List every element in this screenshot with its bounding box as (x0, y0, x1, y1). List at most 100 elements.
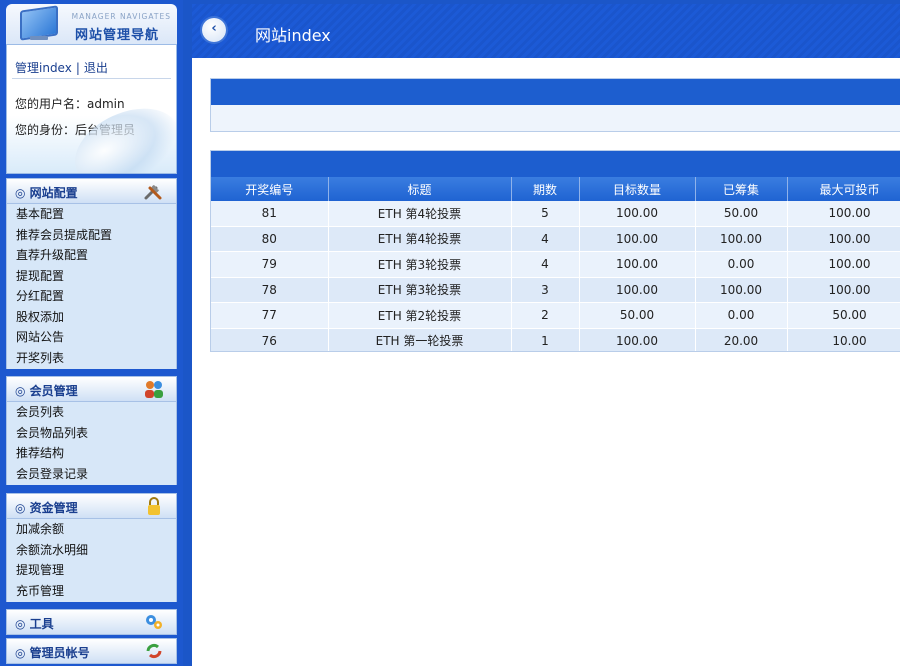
cell-raised: 100.00 (695, 277, 788, 303)
cell-period: 2 (511, 302, 580, 329)
link-separator: | (75, 61, 80, 75)
refresh-icon (142, 641, 166, 661)
top-bar: ‹ 网站index (192, 4, 900, 58)
menu-header-finance[interactable]: ◎ 资金管理 (6, 493, 177, 519)
table-row: 76 ETH 第一轮投票 1 100.00 20.00 10.00 (211, 328, 900, 351)
menu-item-withdraw-manage[interactable]: 提现管理 (7, 560, 176, 581)
cell-title: ETH 第3轮投票 (328, 251, 512, 278)
gears-icon (142, 612, 166, 632)
menu-item-site-notice[interactable]: 网站公告 (7, 327, 176, 348)
cell-period: 4 (511, 226, 580, 252)
user-panel: 管理index | 退出 您的用户名：admin 您的身份：后台管理员 (6, 44, 177, 174)
sidebar: MANAGER NAVIGATES 网站管理导航 管理index | 退出 您的用户… (0, 0, 183, 666)
cell-target: 100.00 (579, 201, 696, 227)
info-panel-header (211, 79, 900, 105)
column-header-period: 期数 (511, 177, 580, 201)
cell-title: ETH 第3轮投票 (328, 277, 512, 303)
logo-title: 网站管理导航 (74, 28, 159, 43)
cell-title: ETH 第4轮投票 (328, 201, 512, 227)
cell-period: 5 (511, 201, 580, 227)
cell-max-coins: 100.00 (787, 226, 900, 252)
cell-max-coins: 100.00 (787, 201, 900, 227)
menu-item-member-goods[interactable]: 会员物品列表 (7, 423, 176, 444)
menu-item-login-records[interactable]: 会员登录记录 (7, 464, 176, 485)
users-icon (142, 379, 166, 399)
menu-item-dividend-config[interactable]: 分红配置 (7, 286, 176, 307)
lock-icon (142, 496, 166, 516)
username-info: 您的用户名：admin (15, 97, 125, 111)
logo: MANAGER NAVIGATES 网站管理导航 (6, 4, 177, 44)
table-row: 81 ETH 第4轮投票 5 100.00 50.00 100.00 (211, 201, 900, 227)
menu-item-member-list[interactable]: 会员列表 (7, 402, 176, 423)
main-content: 开奖编号 标题 期数 目标数量 已筹集 最大可投币 81 ETH 第4轮投票 5… (192, 58, 900, 666)
menu-item-deposit-manage[interactable]: 充币管理 (7, 581, 176, 602)
table-header-row: 开奖编号 标题 期数 目标数量 已筹集 最大可投币 (211, 177, 900, 201)
cell-title: ETH 第2轮投票 (328, 302, 512, 329)
menu-item-balance-flow[interactable]: 余额流水明细 (7, 540, 176, 561)
cell-max-coins: 100.00 (787, 277, 900, 303)
logo-subtitle: MANAGER NAVIGATES (71, 12, 171, 21)
cell-raised: 50.00 (695, 201, 788, 227)
menu-list-finance: 加减余额 余额流水明细 提现管理 充币管理 (6, 519, 177, 602)
menu-item-referral-commission[interactable]: 推荐会员提成配置 (7, 225, 176, 246)
menu-list-site-config: 基本配置 推荐会员提成配置 直荐升级配置 提现配置 分红配置 股权添加 网站公告… (6, 204, 177, 369)
menu-item-direct-upgrade[interactable]: 直荐升级配置 (7, 245, 176, 266)
menu-header-label: ◎ 工具 (15, 617, 54, 631)
cell-target: 100.00 (579, 277, 696, 303)
column-header-max-coins: 最大可投币 (787, 177, 900, 201)
menu-header-label: ◎ 网站配置 (15, 186, 78, 200)
page-title: 网站index (255, 26, 331, 45)
menu-header-site-config[interactable]: ◎ 网站配置 (6, 178, 177, 204)
menu-item-basic-config[interactable]: 基本配置 (7, 204, 176, 225)
menu-header-label: ◎ 资金管理 (15, 501, 78, 515)
info-panel (210, 78, 900, 132)
cell-raised: 0.00 (695, 251, 788, 278)
cell-target: 100.00 (579, 251, 696, 278)
menu-list-members: 会员列表 会员物品列表 推荐结构 会员登录记录 (6, 402, 177, 485)
user-links: 管理index | 退出 (15, 59, 108, 76)
menu-header-tools[interactable]: ◎ 工具 (6, 609, 177, 635)
back-button[interactable]: ‹ (202, 18, 226, 42)
column-header-title: 标题 (328, 177, 512, 201)
table-row: 77 ETH 第2轮投票 2 50.00 0.00 50.00 (211, 302, 900, 329)
menu-header-label: ◎ 会员管理 (15, 384, 78, 398)
cell-period: 4 (511, 251, 580, 278)
cell-period: 1 (511, 328, 580, 351)
menu-item-withdraw-config[interactable]: 提现配置 (7, 266, 176, 287)
cell-draw-id: 77 (211, 302, 329, 329)
cell-target: 100.00 (579, 328, 696, 351)
menu-item-referral-tree[interactable]: 推荐结构 (7, 443, 176, 464)
cell-target: 100.00 (579, 226, 696, 252)
monitor-stand (30, 36, 48, 40)
column-header-raised: 已筹集 (695, 177, 788, 201)
cell-max-coins: 50.00 (787, 302, 900, 329)
cell-title: ETH 第一轮投票 (328, 328, 512, 351)
cell-raised: 0.00 (695, 302, 788, 329)
tools-icon (142, 181, 166, 201)
cell-draw-id: 81 (211, 201, 329, 227)
column-header-draw-id: 开奖编号 (211, 177, 329, 201)
lottery-table: 开奖编号 标题 期数 目标数量 已筹集 最大可投币 81 ETH 第4轮投票 5… (211, 177, 900, 351)
cell-raised: 100.00 (695, 226, 788, 252)
menu-item-adjust-balance[interactable]: 加减余额 (7, 519, 176, 540)
cell-period: 3 (511, 277, 580, 303)
menu-item-equity-add[interactable]: 股权添加 (7, 307, 176, 328)
cell-draw-id: 76 (211, 328, 329, 351)
cell-max-coins: 10.00 (787, 328, 900, 351)
cell-raised: 20.00 (695, 328, 788, 351)
cell-title: ETH 第4轮投票 (328, 226, 512, 252)
admin-home-link[interactable]: 管理index (15, 61, 72, 75)
menu-header-members[interactable]: ◎ 会员管理 (6, 376, 177, 402)
cell-draw-id: 80 (211, 226, 329, 252)
divider (12, 78, 171, 79)
menu-header-admin-account[interactable]: ◎ 管理员帐号 (6, 638, 177, 664)
back-arrow-icon: ‹ (211, 21, 217, 36)
menu-header-label: ◎ 管理员帐号 (15, 646, 90, 660)
lottery-panel-header (211, 151, 900, 177)
logout-link[interactable]: 退出 (84, 61, 108, 75)
table-row: 80 ETH 第4轮投票 4 100.00 100.00 100.00 (211, 226, 900, 252)
column-header-target: 目标数量 (579, 177, 696, 201)
lottery-panel: 开奖编号 标题 期数 目标数量 已筹集 最大可投币 81 ETH 第4轮投票 5… (210, 150, 900, 352)
cell-draw-id: 79 (211, 251, 329, 278)
menu-item-lottery-list[interactable]: 开奖列表 (7, 348, 176, 369)
